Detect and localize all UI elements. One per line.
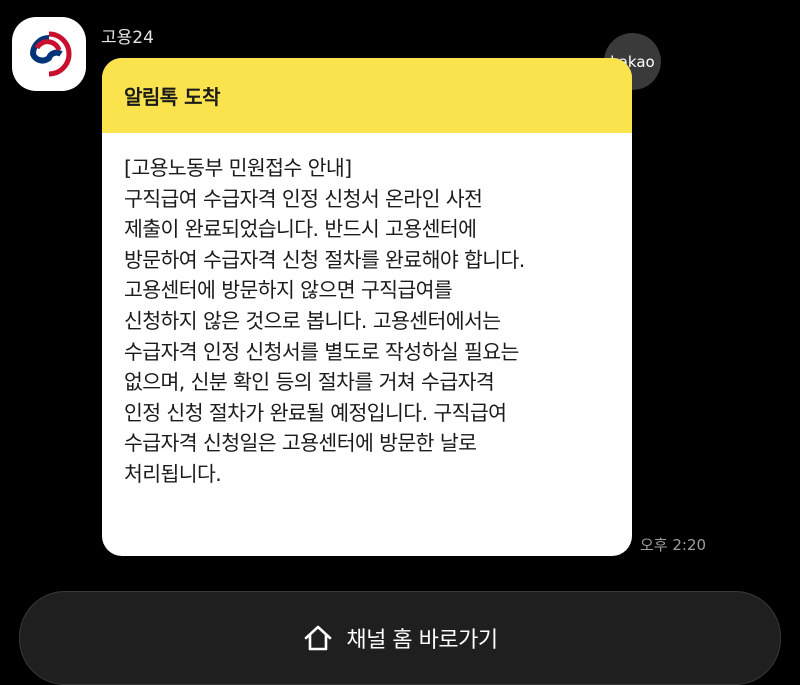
message-line: 방문하여 수급자격 신청 절차를 완료해야 합니다. [124,247,525,272]
message-line: 제출이 완료되었습니다. 반드시 고용센터에 [124,217,477,242]
korea-gov-emblem-icon [29,31,72,77]
message-line: 수급자격 신청일은 고용센터에 방문한 날로 [124,431,477,456]
sender-avatar[interactable] [12,17,86,91]
message-line: 고용센터에 방문하지 않으면 구직급여를 [124,278,453,303]
sender-name: 고용24 [101,28,154,48]
message-header-title: 알림톡 도착 [124,85,220,109]
message-time: 오후 2:20 [640,536,707,554]
message-line: 처리됩니다. [124,461,222,486]
message-line: 수급자격 인정 신청서를 별도로 작성하실 필요는 [124,339,519,364]
message-line: [고용노동부 민원접수 안내] [124,156,352,180]
message-line: 없으며, 신분 확인 등의 절차를 거쳐 수급자격 [124,370,495,395]
channel-home-button[interactable]: 채널 홈 바로가기 [19,591,781,685]
home-icon [302,622,334,654]
channel-home-button-label: 채널 홈 바로가기 [346,628,498,653]
message-body: [고용노동부 민원접수 안내] 구직급여 수급자격 인정 신청서 온라인 사전 … [102,133,632,490]
message-line: 신청하지 않은 것으로 봅니다. 고용센터에서는 [124,308,501,333]
message-bubble: 알림톡 도착 [고용노동부 민원접수 안내] 구직급여 수급자격 인정 신청서 … [102,58,632,556]
message-header: 알림톡 도착 [102,58,632,133]
message-line: 인정 신청 절차가 완료될 예정입니다. 구직급여 [124,400,507,425]
message-line: 구직급여 수급자격 인정 신청서 온라인 사전 [124,186,483,211]
